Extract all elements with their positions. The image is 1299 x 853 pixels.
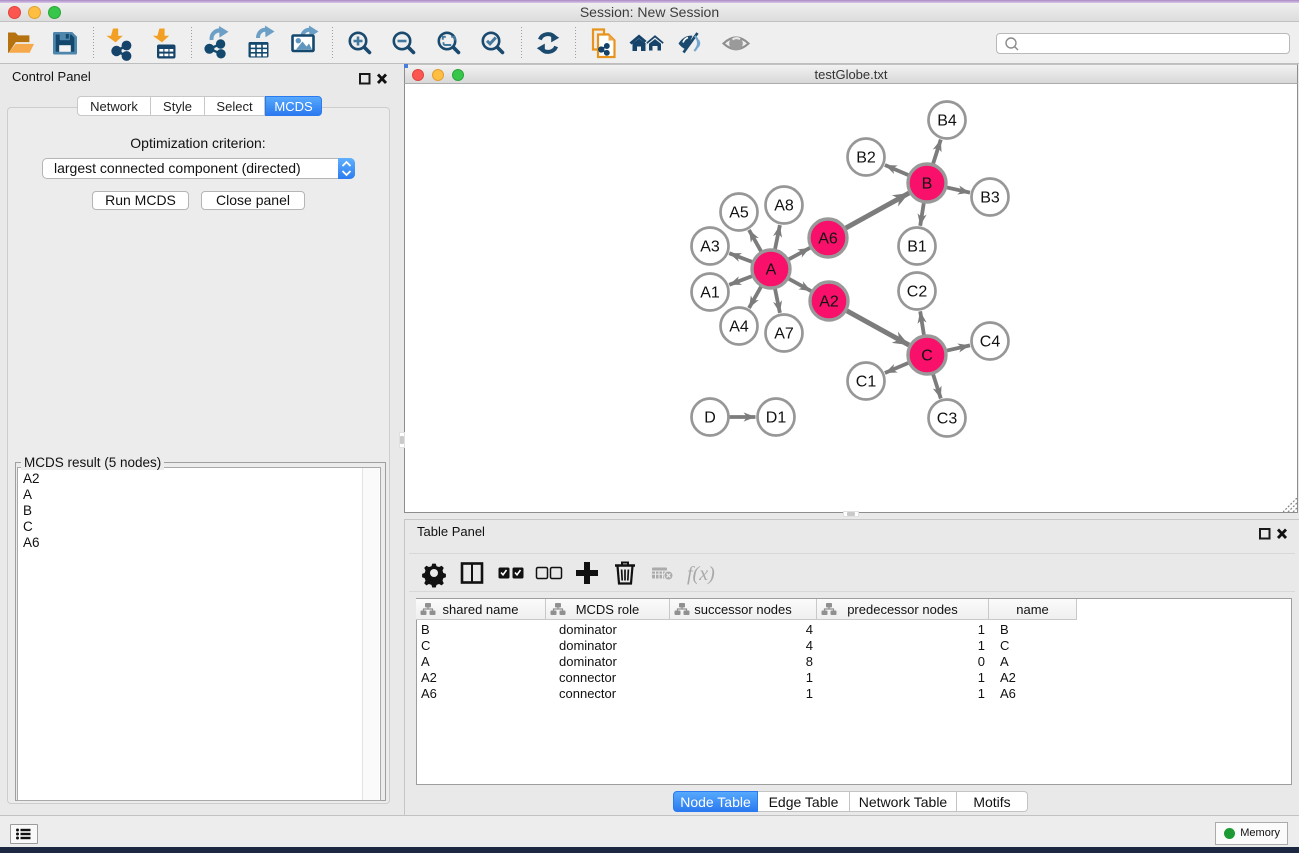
svg-text:f(x): f(x) <box>687 563 715 585</box>
svg-text:B2: B2 <box>856 150 876 167</box>
svg-text:C3: C3 <box>937 411 958 428</box>
svg-text:C1: C1 <box>856 374 877 391</box>
svg-text:A: A <box>766 262 777 279</box>
svg-text:D1: D1 <box>766 410 787 427</box>
svg-text:A2: A2 <box>819 294 839 311</box>
svg-text:A1: A1 <box>700 285 720 302</box>
svg-text:B3: B3 <box>980 190 1000 207</box>
svg-text:B1: B1 <box>907 239 927 256</box>
svg-text:A7: A7 <box>774 326 794 343</box>
svg-text:D: D <box>704 410 716 427</box>
svg-text:B4: B4 <box>937 113 957 130</box>
svg-text:A5: A5 <box>729 205 749 222</box>
svg-text:C4: C4 <box>980 334 1001 351</box>
svg-text:B: B <box>922 176 933 193</box>
svg-text:A8: A8 <box>774 198 794 215</box>
svg-text:A3: A3 <box>700 239 720 256</box>
svg-text:A6: A6 <box>818 231 838 248</box>
svg-text:C: C <box>921 348 933 365</box>
svg-text:C2: C2 <box>907 284 928 301</box>
svg-text:A4: A4 <box>729 319 749 336</box>
